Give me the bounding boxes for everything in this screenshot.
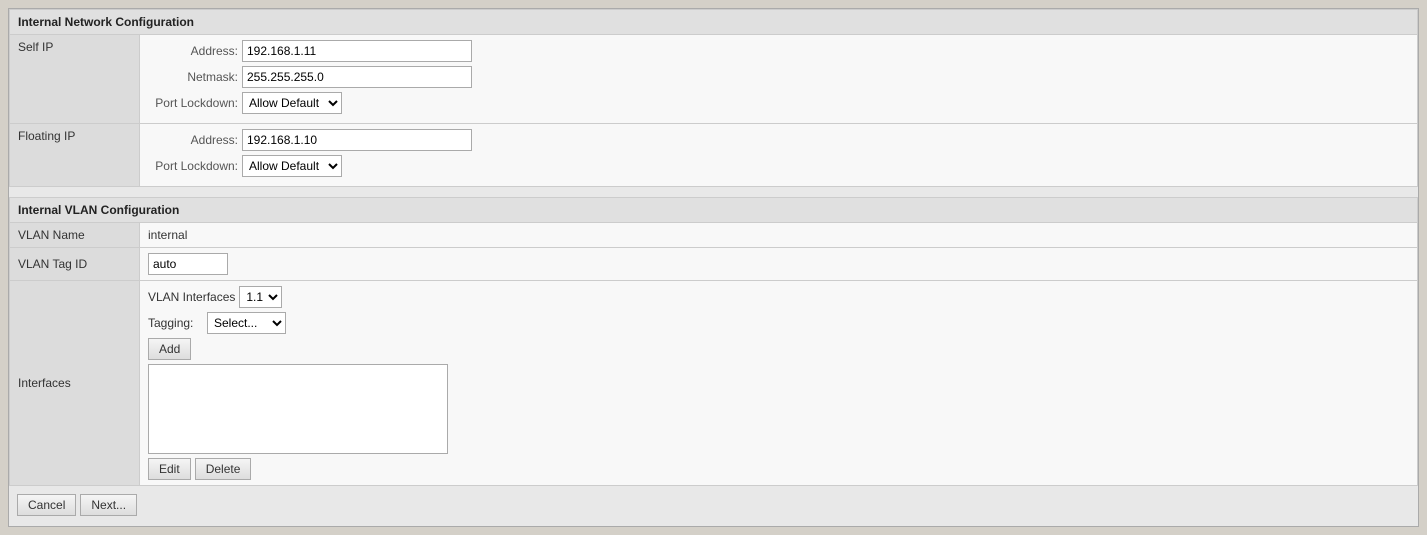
add-button-row: Add bbox=[148, 338, 1409, 360]
internal-vlan-table: VLAN Name internal VLAN Tag ID Interface… bbox=[9, 222, 1418, 486]
self-ip-port-lockdown-select[interactable]: Allow Default Allow All Allow None Allow… bbox=[242, 92, 342, 114]
self-ip-netmask-row: Netmask: bbox=[148, 66, 1409, 88]
tagging-label: Tagging: bbox=[148, 316, 203, 330]
vlan-tag-id-row: VLAN Tag ID bbox=[10, 248, 1418, 281]
self-ip-netmask-input[interactable] bbox=[242, 66, 472, 88]
floating-ip-label: Floating IP bbox=[10, 124, 140, 187]
self-ip-address-input[interactable] bbox=[242, 40, 472, 62]
floating-ip-address-input[interactable] bbox=[242, 129, 472, 151]
edit-button[interactable]: Edit bbox=[148, 458, 191, 480]
interfaces-textarea[interactable] bbox=[148, 364, 448, 454]
vlan-tag-id-label: VLAN Tag ID bbox=[10, 248, 140, 281]
vlan-interfaces-label: VLAN Interfaces bbox=[148, 290, 235, 304]
interfaces-cell: VLAN Interfaces 1.1 1.2 1.3 Tagging: Sel… bbox=[140, 281, 1418, 486]
interfaces-label: Interfaces bbox=[10, 281, 140, 486]
next-button[interactable]: Next... bbox=[80, 494, 137, 516]
self-ip-label: Self IP bbox=[10, 35, 140, 124]
self-ip-port-lockdown-label: Port Lockdown: bbox=[148, 96, 238, 110]
internal-network-table: Self IP Address: Netmask: Port Lockdown:… bbox=[9, 34, 1418, 187]
internal-network-title: Internal Network Configuration bbox=[9, 9, 1418, 34]
floating-ip-port-lockdown-label: Port Lockdown: bbox=[148, 159, 238, 173]
cancel-button[interactable]: Cancel bbox=[17, 494, 76, 516]
vlan-name-row: VLAN Name internal bbox=[10, 223, 1418, 248]
vlan-name-label: VLAN Name bbox=[10, 223, 140, 248]
page-wrapper: Internal Network Configuration Self IP A… bbox=[8, 8, 1419, 527]
floating-ip-address-row: Address: bbox=[148, 129, 1409, 151]
tagging-row: Tagging: Select... Tagged Untagged bbox=[148, 312, 1409, 334]
delete-button[interactable]: Delete bbox=[195, 458, 252, 480]
self-ip-netmask-label: Netmask: bbox=[148, 70, 238, 84]
internal-vlan-title: Internal VLAN Configuration bbox=[9, 197, 1418, 222]
self-ip-fields: Address: Netmask: Port Lockdown: Allow D… bbox=[140, 35, 1418, 124]
floating-ip-row: Floating IP Address: Port Lockdown: Allo… bbox=[10, 124, 1418, 187]
self-ip-address-label: Address: bbox=[148, 44, 238, 58]
vlan-interfaces-row: VLAN Interfaces 1.1 1.2 1.3 bbox=[148, 286, 1409, 308]
self-ip-address-row: Address: bbox=[148, 40, 1409, 62]
interfaces-row: Interfaces VLAN Interfaces 1.1 1.2 1.3 T… bbox=[10, 281, 1418, 486]
floating-ip-port-lockdown-select[interactable]: Allow Default Allow All Allow None Allow… bbox=[242, 155, 342, 177]
tagging-select[interactable]: Select... Tagged Untagged bbox=[207, 312, 286, 334]
floating-ip-address-label: Address: bbox=[148, 133, 238, 147]
self-ip-port-lockdown-row: Port Lockdown: Allow Default Allow All A… bbox=[148, 92, 1409, 114]
floating-ip-port-lockdown-row: Port Lockdown: Allow Default Allow All A… bbox=[148, 155, 1409, 177]
bottom-buttons: Cancel Next... bbox=[9, 486, 1418, 516]
vlan-name-value: internal bbox=[140, 223, 1418, 248]
vlan-tag-id-cell bbox=[140, 248, 1418, 281]
vlan-tag-id-input[interactable] bbox=[148, 253, 228, 275]
vlan-interfaces-select[interactable]: 1.1 1.2 1.3 bbox=[239, 286, 282, 308]
self-ip-row: Self IP Address: Netmask: Port Lockdown:… bbox=[10, 35, 1418, 124]
add-button[interactable]: Add bbox=[148, 338, 191, 360]
floating-ip-fields: Address: Port Lockdown: Allow Default Al… bbox=[140, 124, 1418, 187]
edit-delete-row: Edit Delete bbox=[148, 458, 1409, 480]
